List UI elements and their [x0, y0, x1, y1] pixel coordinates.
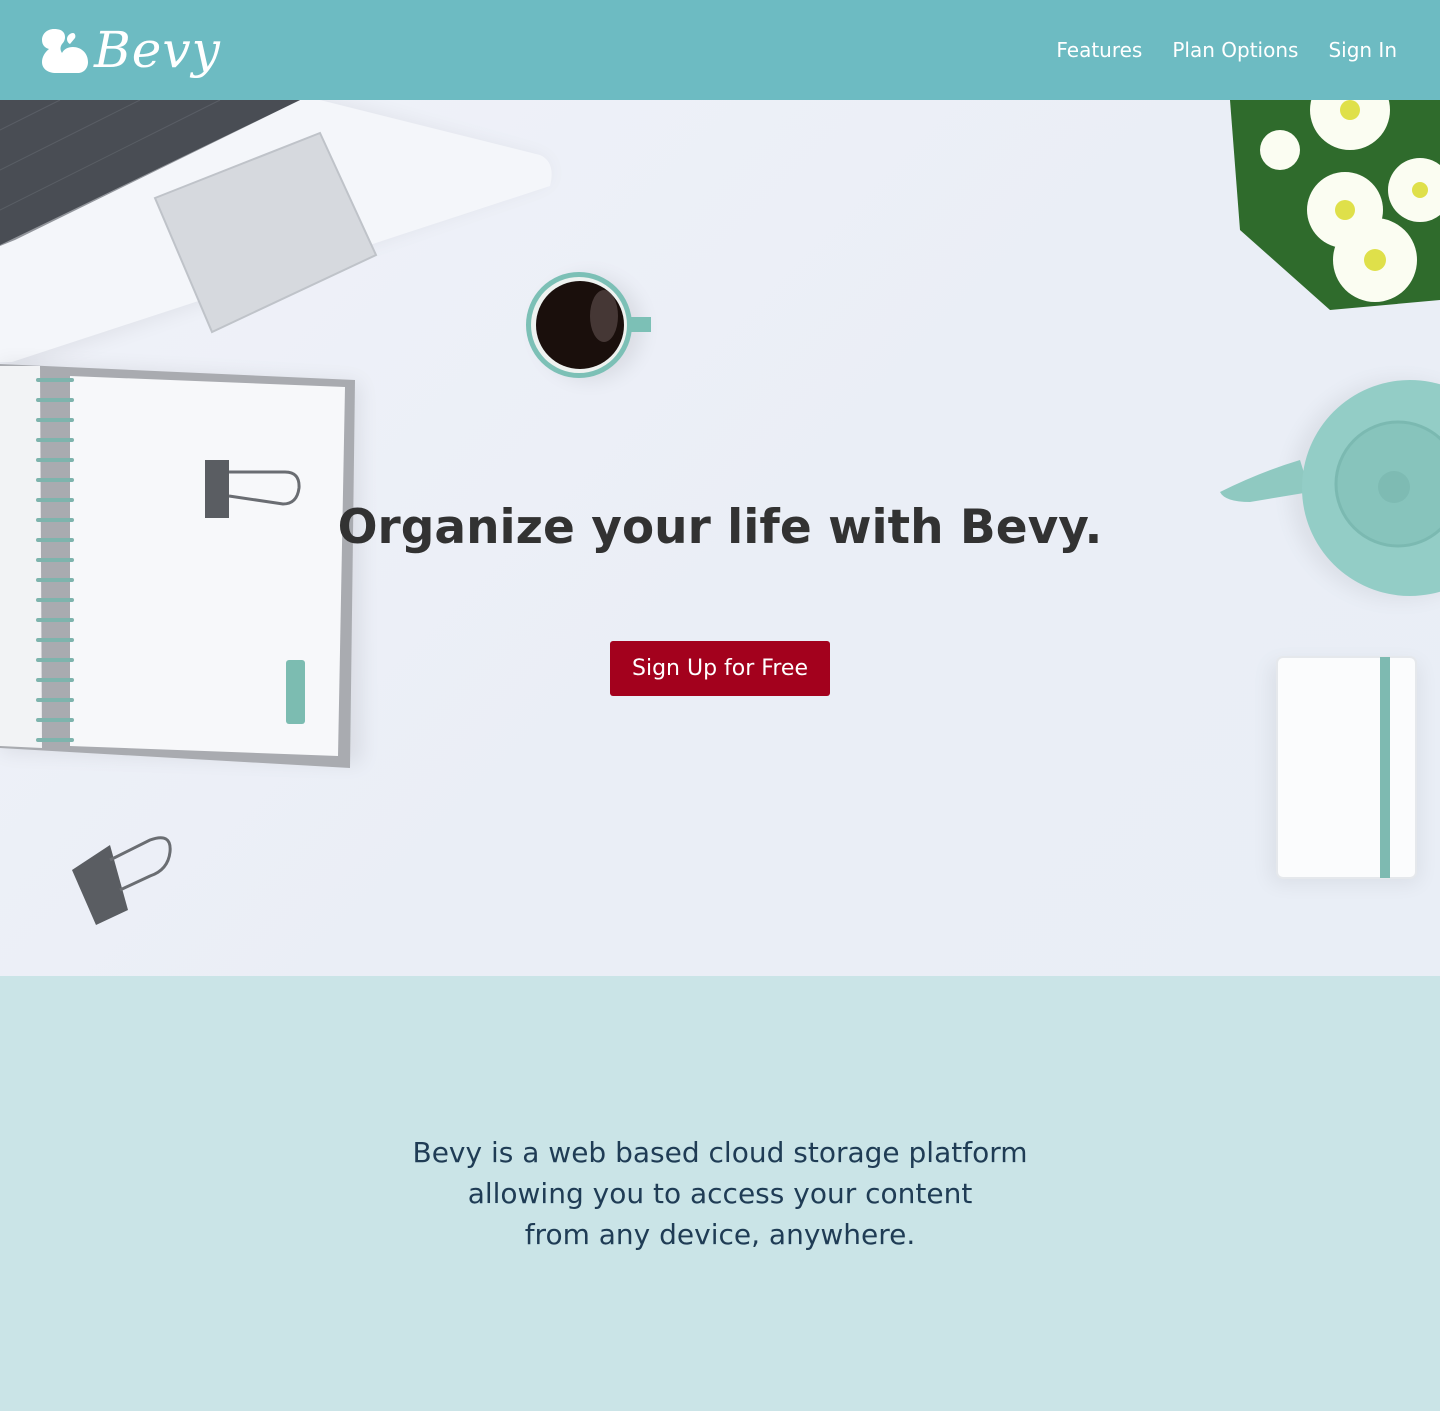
dot-notebook-image: [1270, 656, 1420, 884]
nav-link-features[interactable]: Features: [1056, 38, 1142, 62]
about-line-1: Bevy is a web based cloud storage platfo…: [412, 1136, 1028, 1169]
about-line-2: allowing you to access your content: [467, 1177, 973, 1210]
top-navigation-bar: Bevy Features Plan Options Sign In: [0, 0, 1440, 100]
brand-name: Bevy: [94, 21, 221, 79]
spiral-notebook-image: [0, 362, 362, 768]
hero-title: Organize your life with Bevy.: [337, 500, 1103, 555]
laptop-image: [0, 100, 552, 370]
main-nav: Features Plan Options Sign In: [1056, 38, 1397, 62]
about-section: Bevy is a web based cloud storage platfo…: [0, 976, 1440, 1411]
nav-link-plan-options[interactable]: Plan Options: [1172, 38, 1298, 62]
sign-up-for-free-button[interactable]: Sign Up for Free: [610, 641, 830, 696]
about-line-3: from any device, anywhere.: [524, 1218, 916, 1251]
nav-link-sign-in[interactable]: Sign In: [1328, 38, 1397, 62]
squirrel-logo-icon: [42, 29, 88, 73]
brand-logo-link[interactable]: Bevy: [38, 25, 221, 75]
binder-clip-small-image: [72, 836, 172, 925]
teapot-image: [1220, 380, 1440, 600]
hero-section: Organize your life with Bevy. Sign Up fo…: [0, 100, 1440, 976]
coffee-cup-image: [526, 272, 651, 380]
flowers-image: [1230, 100, 1440, 310]
about-description: Bevy is a web based cloud storage platfo…: [0, 1132, 1440, 1255]
